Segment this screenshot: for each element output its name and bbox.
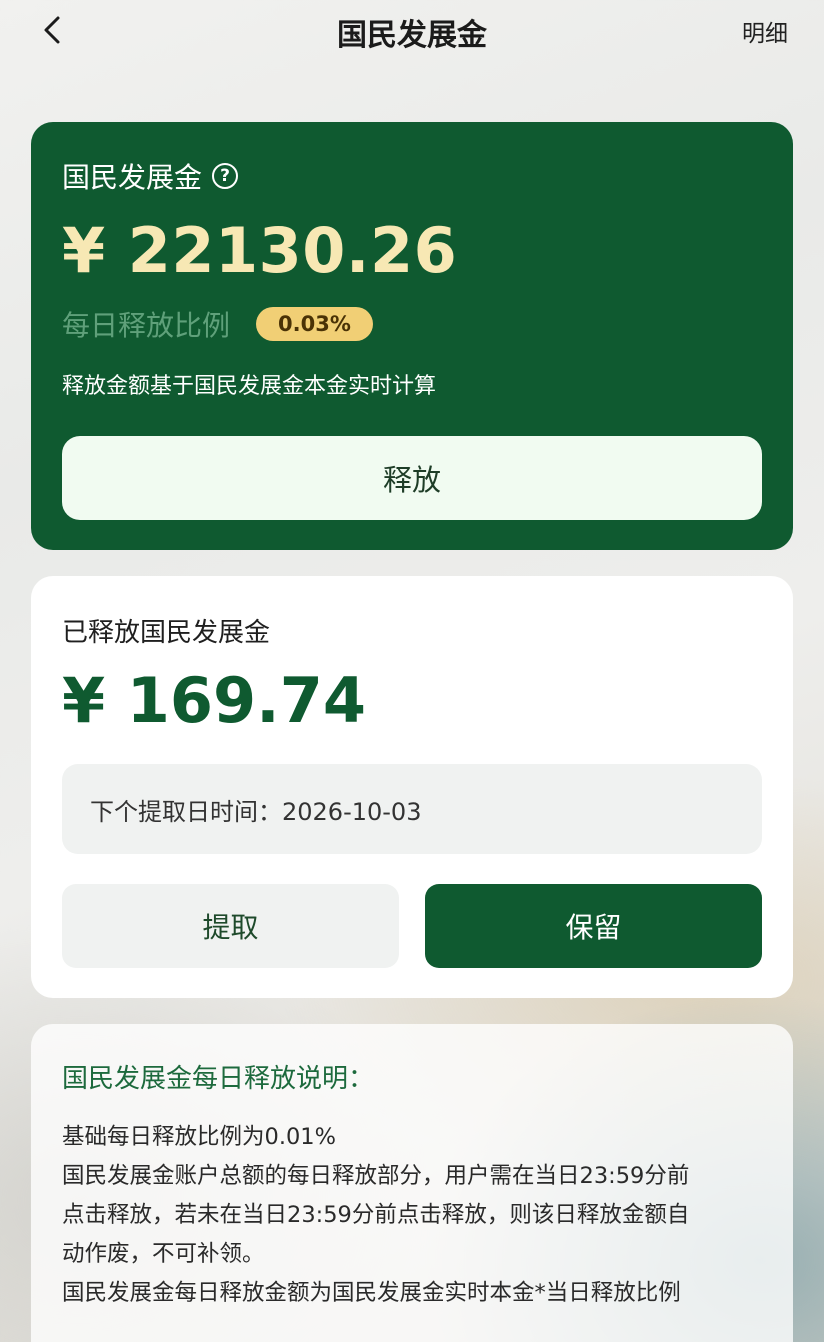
help-icon[interactable]: ? <box>212 163 239 189</box>
page-title: 国民发展金 <box>337 18 487 53</box>
release-button[interactable]: 释放 <box>62 436 762 520</box>
description-line: 国民发展金每日释放金额为国民发展金实时本金*当日释放比例 <box>62 1280 681 1306</box>
description-body: 基础每日释放比例为0.01% 国民发展金账户总额的每日释放部分，用户需在当日23… <box>62 1118 762 1313</box>
description-line: 基础每日释放比例为0.01% <box>62 1124 336 1150</box>
fund-card-header: 国民发展金 ? <box>62 156 239 196</box>
top-bar: 国民发展金 明细 <box>0 0 824 62</box>
keep-button[interactable]: 保留 <box>425 884 762 968</box>
next-withdraw-date: 下个提取日时间：2026-10-03 <box>62 764 762 854</box>
description-title: 国民发展金每日释放说明： <box>62 1064 375 1094</box>
description-line: 点击释放，若未在当日23:59分前点击释放，则该日释放金额自 <box>62 1202 690 1228</box>
release-note: 释放金额基于国民发展金本金实时计算 <box>62 374 437 399</box>
fund-amount: ¥ 22130.26 <box>62 214 458 287</box>
ratio-badge: 0.03% <box>256 307 373 341</box>
ratio-label: 每日释放比例 <box>62 309 231 342</box>
fund-card-title: 国民发展金 <box>62 161 203 194</box>
released-title: 已释放国民发展金 <box>62 618 271 648</box>
description-line: 动作废，不可补领。 <box>62 1241 265 1267</box>
description-line: 国民发展金账户总额的每日释放部分，用户需在当日23:59分前 <box>62 1163 690 1189</box>
ratio-row: 每日释放比例 0.03% <box>62 304 373 344</box>
released-amount: ¥ 169.74 <box>62 664 366 737</box>
detail-link[interactable]: 明细 <box>742 14 788 48</box>
withdraw-button[interactable]: 提取 <box>62 884 399 968</box>
